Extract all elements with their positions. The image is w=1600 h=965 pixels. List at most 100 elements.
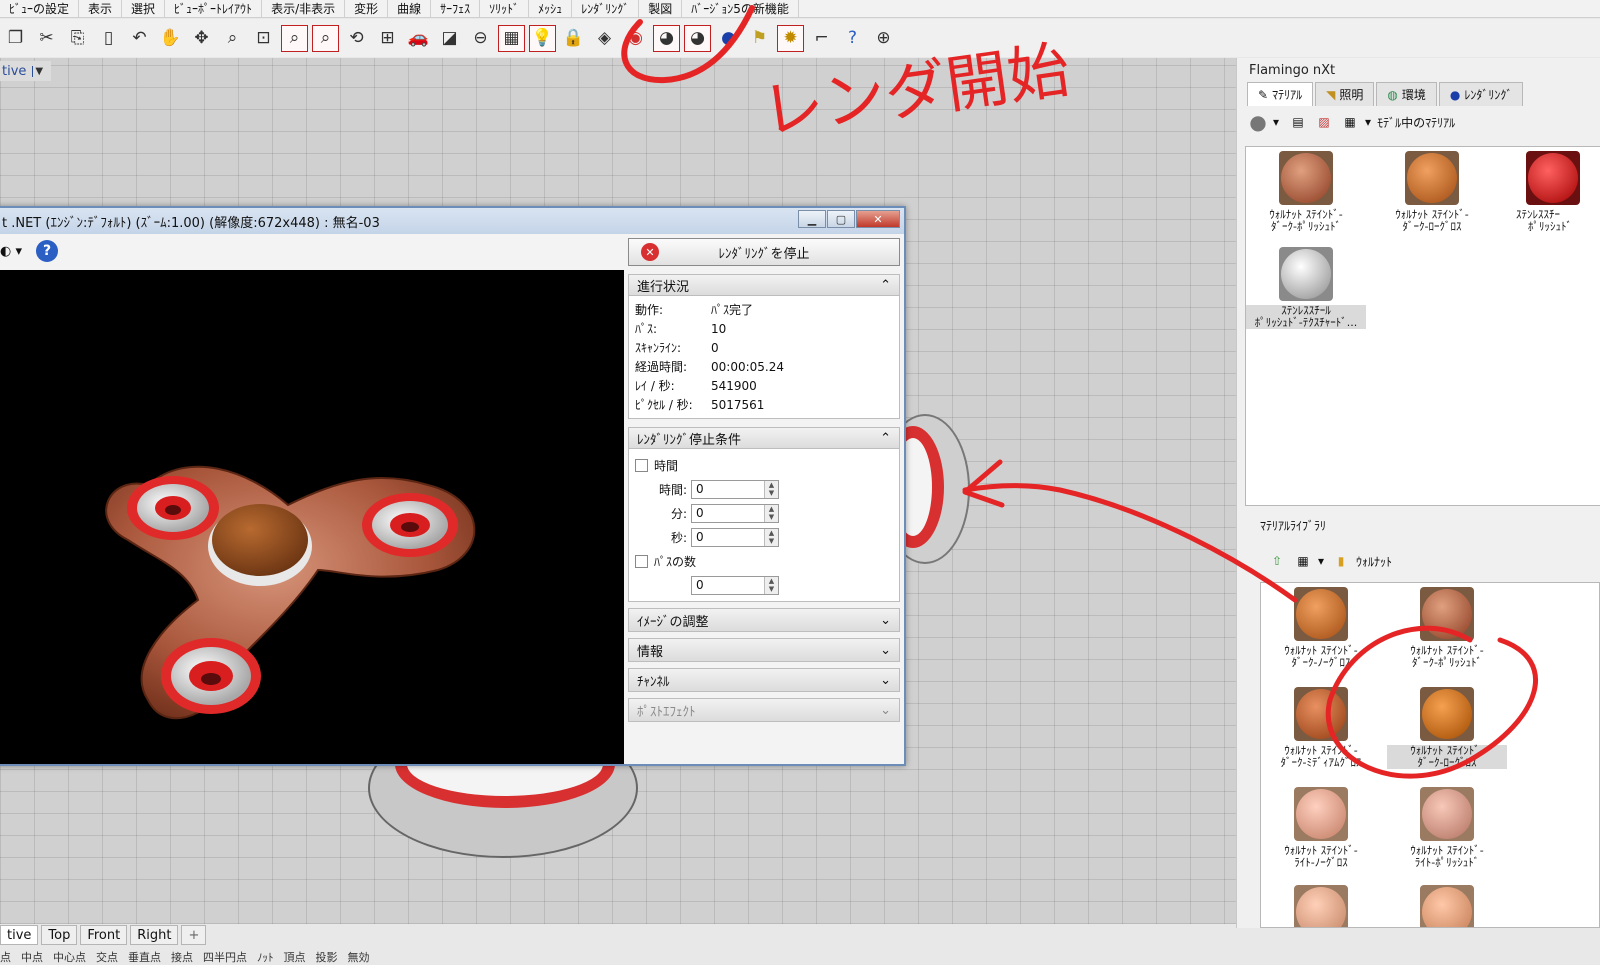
spinner-arrows-icon[interactable]: ▲ ▼: [764, 528, 778, 546]
light-bulb-icon[interactable]: 💡: [529, 24, 556, 52]
thumbnail-view-icon[interactable]: ▦: [1339, 111, 1361, 133]
menu-mesh[interactable]: ﾒｯｼｭ: [529, 0, 573, 18]
car-icon[interactable]: 🚗: [405, 25, 432, 52]
passes-checkbox[interactable]: [635, 554, 648, 568]
lock-icon[interactable]: 🔒: [560, 25, 587, 52]
library-material-item[interactable]: [1261, 885, 1381, 927]
menu-display[interactable]: 表示: [79, 0, 123, 18]
osnap-point[interactable]: 点: [0, 949, 11, 965]
viewport-dropdown-icon[interactable]: ▼: [32, 65, 43, 77]
dropdown-arrow-icon[interactable]: ▾: [1273, 115, 1279, 129]
dropdown-arrow-icon[interactable]: ▾: [1365, 115, 1371, 129]
menu-transform[interactable]: 変形: [345, 0, 389, 18]
library-material-item[interactable]: [1387, 885, 1507, 927]
model-materials-dropdown[interactable]: ﾓﾃﾞﾙ中のﾏﾃﾘｱﾙ: [1377, 114, 1455, 131]
library-material-item[interactable]: ｳｫﾙﾅｯﾄ ｽﾃｲﾝﾄﾞ- ﾀﾞｰｸ-ﾎﾟﾘｯｼｭﾄﾞ: [1387, 587, 1507, 669]
menu-drafting[interactable]: 製図: [639, 0, 683, 18]
time-checkbox[interactable]: [635, 458, 648, 472]
rotate-view-icon[interactable]: ⟲: [343, 25, 370, 52]
material-item[interactable]: ｽﾃﾝﾚｽｽﾁｰ ﾎﾟﾘｯｼｭﾄﾞ: [1498, 151, 1600, 233]
menu-curve[interactable]: 曲線: [388, 0, 432, 18]
render-options-icon[interactable]: ◐ ▾: [0, 244, 22, 259]
menu-surface[interactable]: ｻｰﾌｪｽ: [431, 0, 481, 18]
tab-front[interactable]: Front: [80, 925, 128, 945]
cplane-icon[interactable]: ⊖: [467, 25, 494, 52]
copy-icon[interactable]: ⎘: [64, 25, 91, 52]
menu-view-settings[interactable]: ﾋﾞｭｰの設定: [0, 0, 80, 18]
seconds-spinner[interactable]: 0 ▲ ▼: [691, 527, 779, 547]
menu-new-in-v5[interactable]: ﾊﾞｰｼﾞｮﾝ5の新機能: [682, 0, 799, 18]
spinner-arrows-icon[interactable]: ▲ ▼: [764, 576, 778, 594]
tab-environment[interactable]: ◍ 環境: [1376, 82, 1437, 106]
color-wheel-icon[interactable]: ◉: [622, 25, 649, 52]
sphere-preview-icon[interactable]: ●: [1247, 110, 1269, 134]
undo-icon[interactable]: ↶: [126, 25, 153, 52]
add-library-icon[interactable]: ⇧: [1266, 550, 1288, 572]
spinner-arrows-icon[interactable]: ▲ ▼: [764, 480, 778, 498]
osnap-tangent[interactable]: 接点: [171, 949, 193, 965]
stop-rendering-button[interactable]: ✕ ﾚﾝﾀﾞﾘﾝｸﾞを停止: [628, 238, 900, 266]
move-icon[interactable]: ✥: [188, 25, 215, 52]
flag-icon[interactable]: ⚑: [746, 25, 773, 52]
select-filter-icon[interactable]: ▦: [498, 24, 525, 52]
settings-icon[interactable]: ✹: [777, 24, 804, 52]
osnap-knot[interactable]: ﾉｯﾄ: [257, 949, 274, 965]
zoom-selected-icon[interactable]: ⌕: [312, 24, 339, 52]
minimize-icon[interactable]: ▁: [798, 210, 826, 228]
osnap-midpoint[interactable]: 中点: [21, 949, 43, 965]
four-viewports-icon[interactable]: ⊞: [374, 25, 401, 52]
library-folder-name[interactable]: ｳｫﾙﾅｯﾄ: [1356, 553, 1392, 570]
render-sphere-icon[interactable]: ◕: [653, 24, 680, 52]
menu-viewport-layout[interactable]: ﾋﾞｭｰﾎﾟｰﾄﾚｲｱｳﾄ: [165, 0, 263, 18]
osnap-vertex[interactable]: 頂点: [284, 949, 306, 965]
add-viewport-tab[interactable]: +: [181, 925, 207, 945]
dropdown-arrow-icon[interactable]: ▾: [1318, 554, 1324, 568]
tab-rendering[interactable]: ● ﾚﾝﾀﾞﾘﾝｸﾞ: [1438, 82, 1524, 106]
osnap-disable[interactable]: 無効: [348, 949, 370, 965]
library-material-item[interactable]: ｳｫﾙﾅｯﾄ ｽﾃｲﾝﾄﾞ- ﾗｲﾄ-ﾉｰｸﾞﾛｽ: [1261, 787, 1381, 869]
post-effect-section[interactable]: ﾎﾟｽﾄｴﾌｪｸﾄ ⌄: [628, 698, 900, 722]
blue-sphere-icon[interactable]: ●: [715, 25, 742, 52]
library-view-icon[interactable]: ▦: [1292, 550, 1314, 572]
zoom-window-icon[interactable]: ⊡: [250, 25, 277, 52]
new-file-icon[interactable]: ❐: [2, 25, 29, 52]
zoom-extents-icon[interactable]: ⌕: [281, 24, 308, 52]
stop-conditions-header[interactable]: ﾚﾝﾀﾞﾘﾝｸﾞ停止条件 ⌃: [628, 427, 900, 449]
library-material-item[interactable]: ｳｫﾙﾅｯﾄ ｽﾃｲﾝﾄﾞ- ﾀﾞｰｸ-ﾉｰｸﾞﾛｽ: [1261, 587, 1381, 669]
render-help-icon[interactable]: ?: [36, 240, 59, 262]
osnap-quadrant[interactable]: 四半円点: [203, 949, 247, 965]
tab-right[interactable]: Right: [130, 925, 179, 945]
layer-icon[interactable]: ◈: [591, 25, 618, 52]
paste-icon[interactable]: ▯: [95, 25, 122, 52]
library-material-item[interactable]: ｳｫﾙﾅｯﾄ ｽﾃｲﾝﾄﾞ- ﾗｲﾄ-ﾎﾟﾘｯｼｭﾄﾞ: [1387, 787, 1507, 869]
osnap-perpendicular[interactable]: 垂直点: [128, 949, 161, 965]
info-section[interactable]: 情報 ⌄: [628, 638, 900, 662]
maximize-icon[interactable]: ▢: [827, 210, 855, 228]
library-material-item[interactable]: ｳｫﾙﾅｯﾄ ｽﾃｲﾝﾄﾞ- ﾀﾞｰｸ-ﾐﾃﾞｨｱﾑｸﾞﾛｽ: [1261, 687, 1381, 769]
zoom-icon[interactable]: ⌕: [219, 25, 246, 52]
osnap-center[interactable]: 中心点: [53, 949, 86, 965]
dimension-icon[interactable]: ⌐: [808, 25, 835, 52]
cut-icon[interactable]: ✂: [33, 25, 60, 52]
tab-lighting[interactable]: ◥ 照明: [1315, 82, 1375, 106]
tab-top[interactable]: Top: [41, 925, 78, 945]
pan-hand-icon[interactable]: ✋: [157, 25, 184, 52]
library-material-item[interactable]: ｳｫﾙﾅｯﾄ ｽﾃｲﾝﾄﾞ- ﾀﾞｰｸ-ﾛｰｸﾞﾛｽ: [1387, 687, 1507, 769]
material-item[interactable]: ｳｫﾙﾅｯﾄ ｽﾃｲﾝﾄﾞ- ﾀﾞｰｸ-ﾛｰｸﾞﾛｽ: [1372, 151, 1492, 233]
named-view-icon[interactable]: ◪: [436, 25, 463, 52]
menu-rendering[interactable]: ﾚﾝﾀﾞﾘﾝｸﾞ: [572, 0, 640, 18]
tab-perspective[interactable]: tive: [0, 925, 39, 945]
material-item[interactable]: ｽﾃﾝﾚｽｽﾁｰﾙ ﾎﾟﾘｯｼｭﾄﾞ-ﾃｸｽﾁｬｰﾄﾞ...: [1246, 247, 1366, 329]
material-editor-icon[interactable]: ▨: [1313, 111, 1335, 133]
osnap-project[interactable]: 投影: [316, 949, 338, 965]
material-item[interactable]: ｳｫﾙﾅｯﾄ ｽﾃｲﾝﾄﾞ- ﾀﾞｰｸ-ﾎﾟﾘｯｼｭﾄﾞ: [1246, 151, 1366, 233]
menu-solid[interactable]: ｿﾘｯﾄﾞ: [480, 0, 530, 18]
image-adjust-section[interactable]: ｲﾒｰｼﾞの調整 ⌄: [628, 608, 900, 632]
minutes-spinner[interactable]: 0 ▲ ▼: [691, 503, 779, 523]
channel-section[interactable]: ﾁｬﾝﾈﾙ ⌄: [628, 668, 900, 692]
assign-material-icon[interactable]: ▤: [1287, 111, 1309, 133]
render-window-titlebar[interactable]: t .NET (ｴﾝｼﾞﾝ:ﾃﾞﾌｫﾙﾄ) (ｽﾞｰﾑ:1.00) (解像度:6…: [0, 208, 904, 234]
tab-material[interactable]: ✎ ﾏﾃﾘｱﾙ: [1247, 82, 1314, 106]
spinner-arrows-icon[interactable]: ▲ ▼: [764, 504, 778, 522]
close-icon[interactable]: ✕: [856, 210, 900, 228]
